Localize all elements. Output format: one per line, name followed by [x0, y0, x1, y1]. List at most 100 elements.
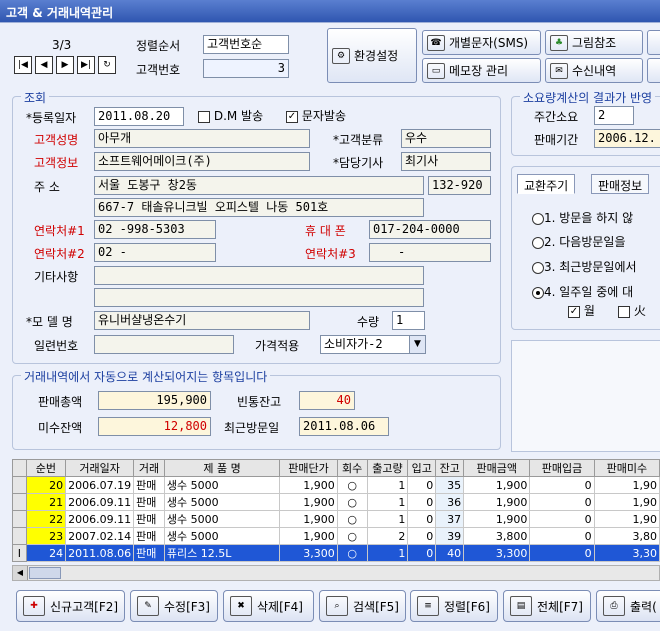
- table-cell[interactable]: 40: [435, 544, 465, 562]
- option-1[interactable]: 1. 방문을 하지 않: [532, 209, 633, 226]
- table-cell[interactable]: 1,900: [279, 527, 338, 545]
- table-cell[interactable]: ○: [336, 476, 368, 494]
- table-cell[interactable]: 2006.09.11: [65, 510, 135, 528]
- table-cell[interactable]: 3,800: [463, 527, 531, 545]
- day-mon[interactable]: ✓ 월: [568, 302, 595, 319]
- table-cell[interactable]: 2: [366, 527, 409, 545]
- table-cell[interactable]: 2006.09.11: [65, 493, 135, 511]
- received-button[interactable]: ✉ 수신내역: [545, 58, 643, 83]
- column-header[interactable]: 입고: [407, 459, 437, 477]
- table-cell[interactable]: 0: [407, 510, 437, 528]
- table-cell[interactable]: 0: [529, 527, 595, 545]
- table-cell[interactable]: 1,900: [279, 476, 338, 494]
- column-header[interactable]: 거래일자: [65, 459, 135, 477]
- table-row[interactable]: 22 2006.09.11 판매 생수 5000 1,900 ○ 1 0 37 1,900 0 1,9…: [12, 510, 660, 528]
- table-cell[interactable]: 0: [529, 476, 595, 494]
- table-cell[interactable]: 3,30: [593, 544, 660, 562]
- sort-order-field[interactable]: 고객번호순: [203, 35, 289, 54]
- mobile-field[interactable]: 017-204-0000: [369, 220, 491, 239]
- table-cell[interactable]: 37: [435, 510, 465, 528]
- extra-toolbar-button-2[interactable]: [647, 58, 660, 83]
- table-cell[interactable]: 22: [25, 510, 67, 528]
- day-tue[interactable]: 火: [618, 302, 646, 319]
- table-cell[interactable]: 1,90: [593, 510, 660, 528]
- table-cell[interactable]: 판매: [133, 493, 165, 511]
- column-header[interactable]: 판매단가: [279, 459, 338, 477]
- model-field[interactable]: 유니버샬냉온수기: [94, 311, 310, 330]
- table-cell[interactable]: 2006.07.19: [65, 476, 135, 494]
- table-cell[interactable]: 1,900: [463, 493, 531, 511]
- table-cell[interactable]: 0: [407, 544, 437, 562]
- option-2[interactable]: 2. 다음방문일을: [532, 233, 626, 250]
- horizontal-scrollbar[interactable]: ◀: [12, 565, 660, 581]
- weeks-field[interactable]: 2: [594, 106, 634, 125]
- option-2-radio[interactable]: [532, 236, 544, 249]
- transactions-table[interactable]: 순번 거래일자 거래 제 품 명 판매단가 회수 출고량 입고 잔고 판매금액 판매입금 판매미수 2…: [12, 459, 660, 562]
- memo-button[interactable]: ▭ 메모장 관리: [422, 58, 541, 83]
- table-cell[interactable]: 0: [529, 510, 595, 528]
- table-cell[interactable]: 3,300: [463, 544, 531, 562]
- row-indicator[interactable]: [12, 476, 27, 494]
- tue-check-box[interactable]: [618, 305, 630, 318]
- table-cell[interactable]: 36: [435, 493, 465, 511]
- table-cell[interactable]: 생수 5000: [163, 527, 281, 545]
- print-button[interactable]: ⎙ 출력(: [596, 590, 660, 622]
- option-4-radio[interactable]: [532, 286, 544, 299]
- table-cell[interactable]: ○: [336, 527, 368, 545]
- search-button[interactable]: ⌕ 검색[F5]: [319, 590, 406, 622]
- table-cell[interactable]: 생수 5000: [163, 493, 281, 511]
- table-cell[interactable]: 24: [25, 544, 67, 562]
- column-header[interactable]: 제 품 명: [163, 459, 281, 477]
- custno-field[interactable]: 3: [203, 59, 289, 78]
- table-cell[interactable]: 1: [366, 493, 409, 511]
- qty-field[interactable]: 1: [392, 311, 425, 330]
- edit-button[interactable]: ✎ 수정[F3]: [130, 590, 218, 622]
- table-cell[interactable]: 1,90: [593, 476, 660, 494]
- sms-check-box[interactable]: ✓: [286, 110, 298, 123]
- column-header[interactable]: 출고량: [366, 459, 409, 477]
- table-cell[interactable]: 0: [407, 493, 437, 511]
- first-record-button[interactable]: |◀: [14, 56, 32, 74]
- settings-button[interactable]: ⚙ 환경설정: [327, 28, 417, 83]
- extra-toolbar-button[interactable]: [647, 30, 660, 55]
- option-3-radio[interactable]: [532, 261, 544, 274]
- category-field[interactable]: 우수: [401, 129, 491, 148]
- option-3[interactable]: 3. 최근방문일에서: [532, 258, 637, 275]
- new-customer-button[interactable]: ✚ 신규고객[F2]: [16, 590, 125, 622]
- scroll-left-icon[interactable]: ◀: [13, 566, 28, 580]
- delete-button[interactable]: ✖ 삭제[F4]: [223, 590, 314, 622]
- row-indicator[interactable]: I: [12, 544, 27, 562]
- table-cell[interactable]: 23: [25, 527, 67, 545]
- column-header[interactable]: 거래: [133, 459, 165, 477]
- contact3-field[interactable]: -: [369, 243, 491, 262]
- option-4[interactable]: 4. 일주일 중에 대: [532, 283, 633, 300]
- refresh-button[interactable]: ↻: [98, 56, 116, 74]
- table-cell[interactable]: 39: [435, 527, 465, 545]
- table-cell[interactable]: 0: [529, 493, 595, 511]
- table-cell[interactable]: 35: [435, 476, 465, 494]
- name-field[interactable]: 아무개: [94, 129, 310, 148]
- table-row[interactable]: I 24 2011.08.06 판매 퓨리스 12.5L 3,300 ○ 1 0 40 3,300 0…: [12, 544, 660, 562]
- column-header[interactable]: 회수: [336, 459, 368, 477]
- table-cell[interactable]: 판매: [133, 544, 165, 562]
- row-indicator[interactable]: [12, 510, 27, 528]
- mon-check-box[interactable]: ✓: [568, 305, 580, 318]
- picture-button[interactable]: ♣ 그림참조: [545, 30, 643, 55]
- table-cell[interactable]: 21: [25, 493, 67, 511]
- table-cell[interactable]: 판매: [133, 476, 165, 494]
- option-1-radio[interactable]: [532, 212, 544, 225]
- dm-checkbox[interactable]: D.M 발송: [198, 107, 263, 124]
- memo1-field[interactable]: [94, 266, 424, 285]
- table-cell[interactable]: 0: [407, 476, 437, 494]
- table-cell[interactable]: 퓨리스 12.5L: [163, 544, 281, 562]
- chevron-down-icon[interactable]: ▼: [409, 336, 425, 353]
- all-button[interactable]: ▤ 전체[F7]: [503, 590, 591, 622]
- column-header[interactable]: 잔고: [435, 459, 465, 477]
- table-cell[interactable]: ○: [336, 510, 368, 528]
- table-cell[interactable]: 2007.02.14: [65, 527, 135, 545]
- prev-record-button[interactable]: ◀: [35, 56, 53, 74]
- dm-check-box[interactable]: [198, 110, 210, 123]
- table-cell[interactable]: 1,900: [279, 493, 338, 511]
- table-cell[interactable]: 3,300: [279, 544, 338, 562]
- scroll-thumb[interactable]: [29, 567, 61, 579]
